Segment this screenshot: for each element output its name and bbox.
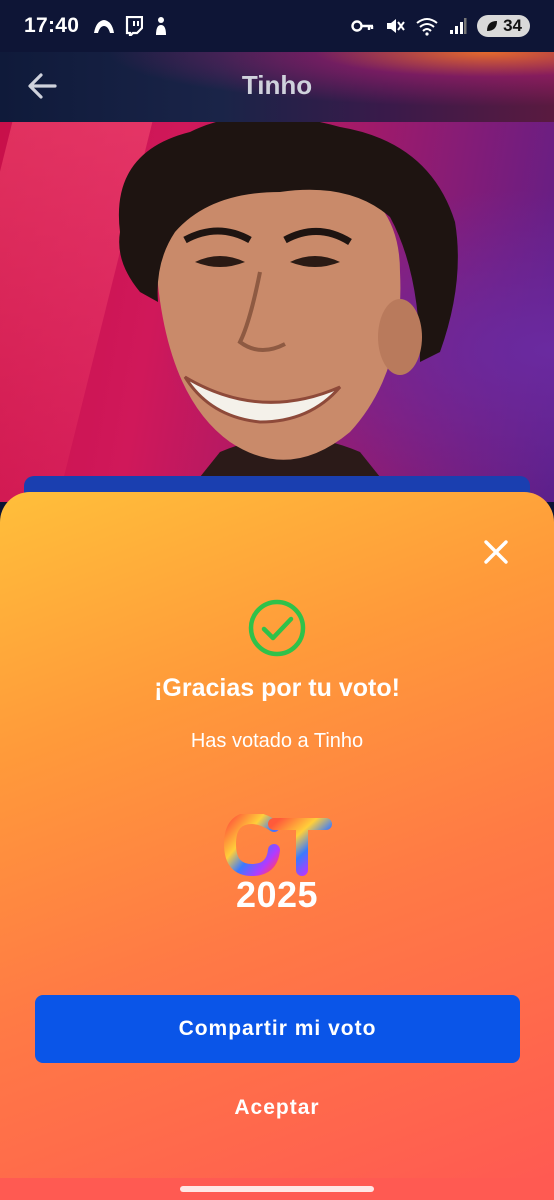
contestant-photo-area — [0, 122, 554, 502]
accept-button[interactable]: Aceptar — [0, 1096, 554, 1120]
ot-logo-icon — [223, 814, 332, 876]
key-icon — [351, 20, 374, 32]
share-vote-button[interactable]: Compartir mi voto — [35, 995, 520, 1063]
voted-message: Has votado a Tinho — [190, 730, 364, 752]
check-circle-icon — [248, 599, 306, 657]
vote-confirmation-sheet: ¡Gracias por tu voto! Has votado a Tinho… — [0, 492, 554, 1178]
close-icon — [484, 540, 508, 564]
crown-icon — [94, 20, 115, 33]
wifi-icon — [416, 18, 438, 36]
signal-icon — [450, 18, 467, 34]
figure-icon — [156, 17, 167, 35]
status-time: 17:40 — [24, 14, 80, 37]
battery-level: 34 — [503, 16, 522, 35]
leaf-icon — [487, 21, 498, 31]
status-notification-icons — [93, 16, 169, 36]
twitch-icon — [126, 16, 144, 36]
battery-indicator: 34 — [477, 15, 530, 37]
page-title: Tinho — [241, 70, 313, 100]
home-gesture-bar[interactable] — [180, 1186, 374, 1192]
logo-year: 2025 — [235, 874, 319, 915]
close-button[interactable] — [478, 534, 514, 570]
status-bar: 17:40 34 — [0, 0, 554, 52]
mute-icon — [387, 19, 405, 33]
thanks-title: ¡Gracias por tu voto! — [154, 674, 400, 702]
contestant-photo — [118, 122, 458, 502]
app-bar: Tinho — [0, 52, 554, 122]
navigation-gesture-area — [0, 1178, 554, 1200]
